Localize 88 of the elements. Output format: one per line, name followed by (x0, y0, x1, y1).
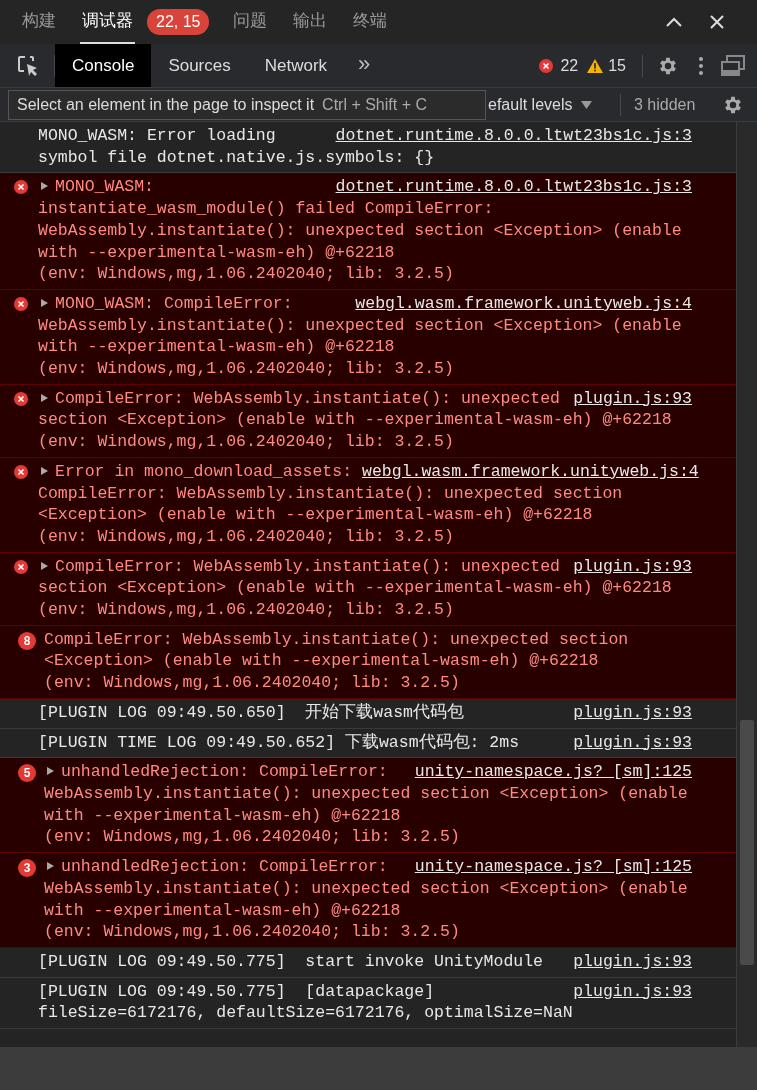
error-message-line: CompileError: WebAssembly.instantiate(): unexpected section (44, 628, 629, 651)
more-options-icon[interactable] (699, 56, 703, 75)
repeat-count-badge: 5 (18, 764, 36, 783)
error-message-line: (env: Windows,mg,1.06.2402040; lib: 3.2.5) (38, 431, 454, 453)
log-message-line: symbol file dotnet.native.js.symbols: {} (38, 146, 435, 169)
source-link[interactable]: plugin.js:93 (563, 950, 692, 973)
repeat-count-badge: 3 (18, 859, 36, 878)
error-message-line: WebAssembly.instantiate(): unexpected section <Exception> (enable (38, 314, 682, 337)
source-link[interactable]: unity-namespace.js? [sm]:125 (404, 856, 692, 878)
error-message-line: <Exception> (enable with --experimental-wasm-eh) @+62218 (44, 650, 599, 673)
error-message-line: WebAssembly.instantiate(): unexpected section <Exception> (enable (44, 783, 688, 805)
scrollbar-thumb[interactable] (740, 720, 754, 965)
panel-tab[interactable]: 输出 (291, 0, 330, 44)
log-message-line: [PLUGIN LOG 09:49.50.775] [datapackage] (38, 980, 435, 1003)
error-icon (12, 179, 29, 196)
log-message-line: [PLUGIN LOG 09:49.50.650] 开始下载wasm代码包 (38, 701, 464, 724)
error-message-line: (env: Windows,mg,1.06.2402040; lib: 3.2.5) (44, 921, 460, 943)
source-link[interactable]: plugin.js:93 (563, 701, 692, 724)
expand-icon[interactable] (40, 392, 49, 403)
error-message-line: MONO_WASM: (55, 176, 155, 199)
warning-icon (586, 57, 605, 74)
error-message-line: (env: Windows,mg,1.06.2402040; lib: 3.2.5) (38, 358, 454, 380)
error-message-line: MONO_WASM: CompileError: (55, 292, 293, 315)
error-message-line: CompileError: WebAssembly.instantiate(): unexpected (55, 387, 560, 410)
log-levels-dropdown[interactable]: efault levels (488, 92, 592, 117)
error-message-line: (env: Windows,mg,1.06.2402040; lib: 3.2.5) (38, 599, 454, 621)
expand-icon[interactable] (40, 181, 49, 192)
error-message-line: unhandledRejection: CompileError: (61, 761, 388, 783)
caret-icon[interactable] (580, 100, 592, 109)
source-link[interactable]: unity-namespace.js? [sm]:125 (404, 761, 692, 783)
error-message-line: instantiate_wasm_module() failed CompileError: (38, 198, 494, 220)
close-icon[interactable] (709, 14, 725, 30)
expand-icon[interactable] (46, 766, 55, 777)
source-link[interactable]: plugin.js:93 (563, 731, 692, 754)
error-message-line: section <Exception> (enable with --experimental-wasm-eh) @+62218 (38, 577, 672, 600)
error-icon (12, 295, 29, 312)
shortcut-text: Ctrl + Shift + C (322, 95, 427, 115)
error-count: 22 (560, 55, 579, 76)
error-icon (538, 57, 555, 74)
log-message-line: MONO_WASM: Error loading (38, 125, 276, 147)
error-message-line: section <Exception> (enable with --experimental-wasm-eh) @+62218 (38, 409, 672, 432)
source-link[interactable]: dotnet.runtime.8.0.0.ltwt23bs1c.js:3 (325, 125, 692, 147)
hidden-count: 3 hidden (634, 94, 696, 115)
error-message-line: (env: Windows,mg,1.06.2402040; lib: 3.2.5) (38, 263, 454, 285)
error-message-line: with --experimental-wasm-eh) @+62218 (38, 336, 395, 359)
error-message-line: <Exception> (enable with --experimental-wasm-eh) @+62218 (38, 504, 593, 526)
tooltip-text: Select an element in the page to inspect it (17, 95, 315, 115)
chevron-up-icon[interactable] (665, 16, 683, 28)
error-message-line: with --experimental-wasm-eh) @+62218 (44, 804, 401, 827)
log-message-line: fileSize=6172176, defaultSize=6172176, optimalSize=NaN (38, 1002, 573, 1024)
error-message-line: WebAssembly.instantiate(): unexpected section <Exception> (enable (44, 877, 688, 900)
count-badge: 22, 15 (147, 9, 210, 35)
panel-tab[interactable]: 终端 (351, 0, 390, 44)
error-icon (12, 390, 29, 407)
repeat-count-badge: 8 (18, 631, 36, 650)
expand-icon[interactable] (46, 861, 55, 872)
log-message-line: [PLUGIN LOG 09:49.50.775] start invoke UnityModule (38, 950, 543, 973)
expand-icon[interactable] (40, 465, 49, 476)
source-link[interactable]: plugin.js:93 (563, 387, 692, 410)
error-message-line: CompileError: WebAssembly.instantiate(): unexpected section (38, 482, 623, 505)
expand-icon[interactable] (40, 560, 49, 571)
error-message-line: Error in mono_download_assets: (55, 460, 353, 483)
error-message-line: with --experimental-wasm-eh) @+62218 (38, 241, 395, 264)
devtools-tab[interactable]: Console (55, 44, 152, 87)
panel-tab[interactable]: 问题 (231, 0, 270, 44)
source-link[interactable]: plugin.js:93 (563, 555, 692, 578)
error-message-line: (env: Windows,mg,1.06.2402040; lib: 3.2.5) (44, 826, 460, 849)
source-link[interactable]: webgl.wasm.framework.unityweb.js:4 (345, 292, 692, 315)
warning-count: 15 (608, 55, 626, 76)
error-icon (12, 558, 29, 575)
log-message-line: [PLUGIN TIME LOG 09:49.50.652] 下载wasm代码包: 2ms (38, 731, 520, 754)
error-message-line: WebAssembly.instantiate(): unexpected section <Exception> (enable (38, 219, 682, 242)
more-tabs-button[interactable]: » (358, 47, 371, 80)
error-message-line: CompileError: WebAssembly.instantiate(): unexpected (55, 555, 560, 578)
source-link[interactable]: webgl.wasm.framework.unityweb.js:4 (352, 460, 699, 483)
panel-tab[interactable]: 构建 (20, 0, 58, 44)
devtools-tab[interactable]: Network (247, 44, 345, 87)
inspect-icon[interactable] (16, 53, 40, 78)
source-link[interactable]: plugin.js:93 (563, 980, 692, 1003)
error-message-line: unhandledRejection: CompileError: (61, 856, 388, 878)
devtools-tab[interactable]: Sources (151, 44, 248, 87)
dock-icon[interactable] (721, 54, 745, 77)
error-icon (12, 463, 29, 480)
expand-icon[interactable] (40, 297, 49, 308)
error-message-line: with --experimental-wasm-eh) @+62218 (44, 899, 401, 922)
error-message-line: (env: Windows,mg,1.06.2402040; lib: 3.2.5) (44, 672, 460, 694)
source-link[interactable]: dotnet.runtime.8.0.0.ltwt23bs1c.js:3 (325, 176, 692, 199)
error-message-line: (env: Windows,mg,1.06.2402040; lib: 3.2.5) (38, 525, 454, 548)
